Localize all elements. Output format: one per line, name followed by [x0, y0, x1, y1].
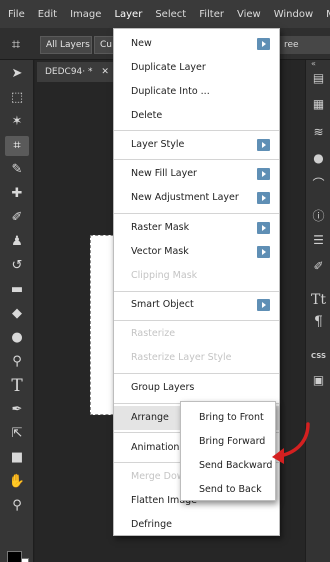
menu-item-group-layers[interactable]: Group Layers [114, 376, 279, 400]
submenu-arrow-icon [257, 192, 270, 204]
layers-icon[interactable]: ▦ [308, 94, 329, 114]
menu-item-delete[interactable]: Delete [114, 104, 279, 128]
submenu-item-bring-to-front[interactable]: Bring to Front [181, 406, 275, 430]
menu-item-layer-style[interactable]: Layer Style [114, 133, 279, 157]
adjust-icon[interactable]: ☰ [308, 230, 329, 250]
dodge-icon[interactable]: ⚲ [5, 352, 29, 372]
menu-item-new-fill-layer[interactable]: New Fill Layer [114, 162, 279, 186]
submenu-item-send-backward[interactable]: Send Backward [181, 454, 275, 478]
menu-window[interactable]: Window [274, 9, 313, 20]
menu-item-rasterize: Rasterize [131, 328, 176, 339]
submenu-arrow-icon [257, 299, 270, 311]
healing-icon[interactable]: ✚ [5, 184, 29, 204]
arrange-submenu: Bring to Front Bring Forward Send Backwa… [180, 401, 276, 501]
menu-separator [114, 159, 279, 160]
menu-item-smart-object[interactable]: Smart Object [114, 293, 279, 317]
menu-file[interactable]: File [8, 9, 25, 20]
submenu-arrow-icon [257, 139, 270, 151]
menu-more[interactable]: M [326, 9, 330, 20]
menu-item-raster-mask[interactable]: Raster Mask [114, 216, 279, 240]
menu-edit[interactable]: Edit [38, 9, 57, 20]
submenu-arrow-icon [257, 222, 270, 234]
hand-icon[interactable]: ✋ [5, 472, 29, 492]
menu-filter[interactable]: Filter [199, 9, 224, 20]
menu-item-rasterize-layer-style: Rasterize Layer Style [131, 352, 232, 363]
menu-item-duplicate-into[interactable]: Duplicate Into ... [114, 80, 279, 104]
crop-tool-icon[interactable]: ⌗ [5, 136, 29, 156]
image-icon[interactable]: ▣ [308, 370, 329, 390]
document-tab-title: DEDC94⋅ * [45, 67, 93, 77]
menu-separator [114, 213, 279, 214]
stamp-icon[interactable]: ♟ [5, 232, 29, 252]
menu-separator [114, 320, 279, 321]
history-brush-icon[interactable]: ↺ [5, 256, 29, 276]
menu-item-new-adjustment-layer[interactable]: New Adjustment Layer [114, 186, 279, 210]
menu-separator [114, 130, 279, 131]
annotation-arrow-icon [272, 422, 310, 464]
tools-panel: ➤ ⬚ ✶ ⌗ ✎ ✚ ✐ ♟ ↺ ▬ ◆ ● ⚲ T ✒ ⇱ ■ ✋ ⚲ [0, 60, 34, 562]
eraser-icon[interactable]: ▬ [5, 280, 29, 300]
paragraph-icon[interactable]: ¶ [308, 312, 329, 332]
document-tab[interactable]: DEDC94⋅ * ✕ [37, 62, 117, 82]
menu-separator [114, 291, 279, 292]
submenu-arrow-icon [257, 246, 270, 258]
menu-select[interactable]: Select [155, 9, 186, 20]
foreground-color-swatch[interactable] [7, 551, 22, 562]
marquee-icon[interactable]: ⬚ [5, 88, 29, 108]
css-icon[interactable]: CSS [308, 346, 329, 366]
submenu-item-send-to-back[interactable]: Send to Back [181, 478, 275, 502]
right-panel-strip: « ▤ ▦ ≋ ● ⌒ ⓘ ☰ ✐ Tt ¶ CSS ▣ [305, 59, 330, 562]
menu-item-new[interactable]: New [114, 32, 279, 56]
submenu-item-bring-forward[interactable]: Bring Forward [181, 430, 275, 454]
menu-item-defringe[interactable]: Defringe [114, 513, 279, 537]
history-icon[interactable]: ▤ [308, 68, 329, 88]
all-layers-button[interactable]: All Layers [40, 36, 92, 54]
path-select-icon[interactable]: ⇱ [5, 424, 29, 444]
menu-image[interactable]: Image [70, 9, 101, 20]
options-dropdown[interactable]: Cu [94, 36, 114, 54]
menubar: File Edit Image Layer Select Filter View… [0, 0, 330, 28]
character-icon[interactable]: Tt [308, 290, 329, 310]
lasso-icon[interactable]: ✶ [5, 112, 29, 132]
crop-icon[interactable]: ⌗ [6, 34, 26, 54]
brushes-icon[interactable]: ✐ [308, 256, 329, 276]
layer-stack-icon[interactable]: ≋ [308, 122, 329, 142]
eyedropper-icon[interactable]: ✎ [5, 160, 29, 180]
submenu-arrow-icon [257, 168, 270, 180]
zoom-icon[interactable]: ⚲ [5, 496, 29, 516]
close-icon[interactable]: ✕ [101, 67, 109, 77]
menu-view[interactable]: View [237, 9, 261, 20]
gradient-icon[interactable]: ◆ [5, 304, 29, 324]
menu-item-clipping-mask: Clipping Mask [131, 270, 198, 281]
pen-icon[interactable]: ✒ [5, 400, 29, 420]
submenu-arrow-icon [257, 38, 270, 50]
shape-icon[interactable]: ■ [5, 448, 29, 468]
photopea-window: File Edit Image Layer Select Filter View… [0, 0, 330, 562]
type-icon[interactable]: T [5, 376, 29, 396]
brush-icon[interactable]: ✐ [5, 208, 29, 228]
menu-separator [114, 373, 279, 374]
menu-item-duplicate-layer[interactable]: Duplicate Layer [114, 56, 279, 80]
menu-layer[interactable]: Layer [114, 9, 142, 20]
menu-item-vector-mask[interactable]: Vector Mask [114, 240, 279, 264]
collapse-icon[interactable]: « [311, 59, 316, 68]
move-icon[interactable]: ➤ [5, 64, 29, 84]
curves-icon[interactable]: ⌒ [308, 174, 329, 194]
color-icon[interactable]: ● [308, 148, 329, 168]
blur-icon[interactable]: ● [5, 328, 29, 348]
info-icon[interactable]: ⓘ [308, 206, 329, 226]
options-right-field[interactable]: ree [280, 36, 330, 54]
